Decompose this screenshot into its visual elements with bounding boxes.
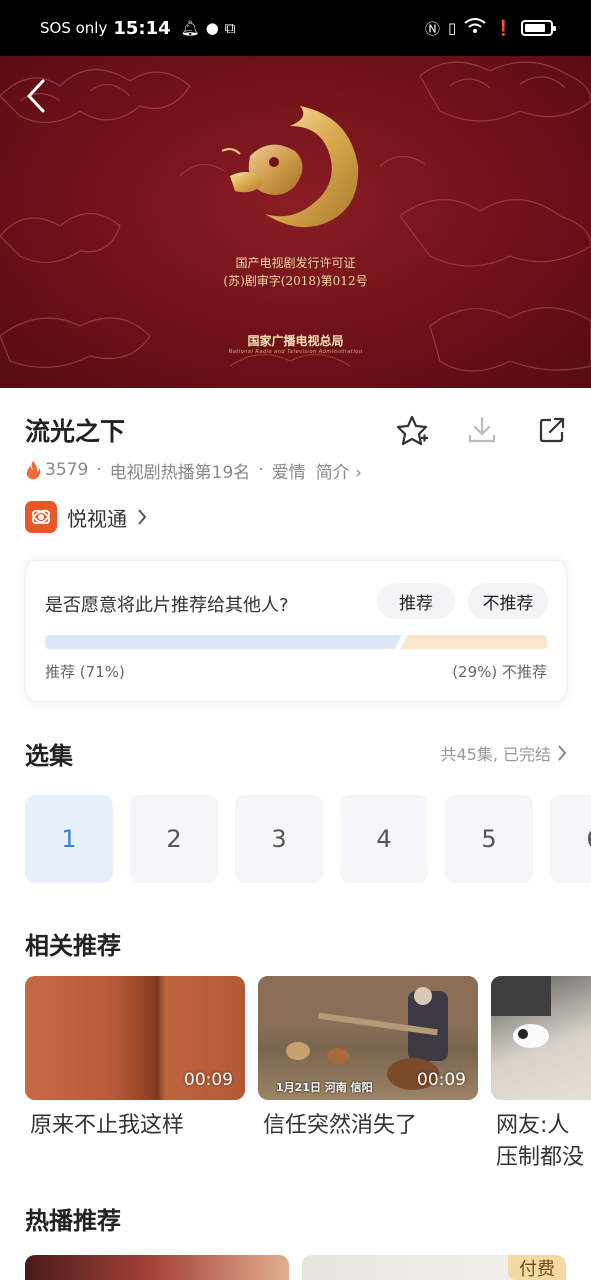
agency-name-en: National Radio and Television Administra… — [228, 349, 363, 355]
recommend-yes-caption: 推荐 (71%) — [45, 663, 125, 681]
license-line-1: 国产电视剧发行许可证 — [235, 256, 356, 270]
chevron-right-icon — [138, 509, 147, 525]
back-button[interactable] — [18, 76, 54, 116]
separator-dot: · — [96, 460, 102, 480]
clock: 15:14 — [113, 17, 171, 39]
episode-button[interactable]: 3 — [235, 795, 323, 883]
bell-icon: 🔔︎ — [180, 19, 200, 37]
animal-scene — [491, 976, 551, 1048]
link-icon: ⧉ — [224, 19, 236, 37]
recommend-yes-fill — [45, 635, 401, 649]
video-poster[interactable]: 国产电视剧发行许可证 (苏)剧审字(2018)第012号 国家广播电视总局 Na… — [0, 56, 591, 388]
download-icon — [468, 416, 496, 443]
video-duration: 00:09 — [184, 1070, 233, 1090]
provider-link[interactable]: 悦视通 — [25, 500, 147, 534]
related-thumbnail: 1月21日 河南 信阳 00:09 — [258, 976, 478, 1100]
download-button[interactable] — [464, 412, 500, 448]
separator-dot: · — [258, 460, 264, 480]
chevron-left-icon — [27, 79, 45, 113]
recommend-yes-button[interactable]: 推荐 — [377, 583, 455, 619]
hot-title: 热播推荐 — [25, 1207, 121, 1235]
show-title: 流光之下 — [25, 417, 126, 446]
meta-row: 3579 · 电视剧热播第19名 · 爱情 简介 › — [25, 458, 362, 483]
wifi-icon — [464, 18, 486, 38]
related-list: 00:09 原来不止我这样 1月21日 河南 信阳 00:09 信任突然消失了 — [25, 976, 591, 1176]
hot-item[interactable]: 付费 — [302, 1255, 566, 1280]
episodes-title: 选集 — [25, 742, 73, 770]
fire-icon — [26, 461, 41, 480]
related-thumbnail — [491, 976, 591, 1100]
share-button[interactable] — [534, 412, 570, 448]
star-add-icon — [396, 415, 428, 446]
flying-apsara-emblem — [221, 106, 359, 228]
provider-logo-icon — [31, 509, 51, 525]
related-title: 相关推荐 — [25, 932, 121, 960]
related-title-text: 信任突然消失了 — [263, 1113, 418, 1138]
related-title-text: 网友:人 压制都没 — [496, 1113, 585, 1170]
episode-button[interactable]: 5 — [445, 795, 533, 883]
related-thumbnail: 00:09 — [25, 976, 245, 1100]
genre-label: 爱情 — [271, 462, 306, 483]
episodes-summary: 共45集, 已完结 — [440, 745, 551, 764]
related-item[interactable]: 网友:人 压制都没 — [491, 976, 591, 1174]
share-icon — [539, 417, 565, 443]
recommend-no-caption: (29%) 不推荐 — [452, 663, 547, 681]
episode-list: 123456 — [25, 795, 591, 883]
recommend-no-fill — [401, 635, 547, 649]
battery-fill — [525, 24, 545, 32]
title-row: 流光之下 — [25, 410, 570, 450]
battery-icon — [521, 20, 556, 36]
chevron-right-icon — [558, 745, 567, 761]
app-notification-icon: ● — [205, 19, 219, 37]
provider-name: 悦视通 — [67, 506, 127, 531]
recommend-no-button[interactable]: 不推荐 — [468, 583, 548, 619]
provider-logo — [25, 501, 57, 533]
recommend-ratio-bar — [45, 635, 547, 649]
status-right: Ⓝ ▯ ❗ — [425, 18, 556, 39]
status-bar: SOS only 15:14 🔔︎ ● ⧉ Ⓝ ▯ ❗ — [0, 0, 591, 56]
nfc-icon: Ⓝ — [425, 19, 441, 38]
alert-icon: ❗ — [494, 19, 513, 37]
vibrate-icon: ▯ — [448, 19, 457, 37]
notification-icons: 🔔︎ ● ⧉ — [181, 19, 236, 37]
episode-button[interactable]: 4 — [340, 795, 428, 883]
related-item[interactable]: 1月21日 河南 信阳 00:09 信任突然消失了 — [258, 976, 478, 1142]
related-item[interactable]: 00:09 原来不止我这样 — [25, 976, 245, 1142]
heat-count: 3579 — [45, 460, 89, 480]
agency-name: 国家广播电视总局 — [247, 334, 344, 348]
status-left: SOS only 15:14 🔔︎ ● ⧉ — [40, 18, 236, 39]
recommend-labels: 推荐 (71%) (29%) 不推荐 — [45, 661, 547, 682]
hot-item[interactable] — [25, 1255, 289, 1280]
video-duration: 00:09 — [417, 1070, 466, 1090]
episode-button[interactable]: 6 — [550, 795, 591, 883]
related-title-text: 原来不止我这样 — [30, 1113, 185, 1138]
license-line-2: (苏)剧审字(2018)第012号 — [223, 274, 368, 288]
intro-label: 简介 — [315, 462, 350, 483]
intro-link[interactable]: 简介 › — [316, 458, 362, 483]
hot-list: 付费 — [25, 1255, 591, 1280]
paid-badge: 付费 — [508, 1255, 566, 1280]
recommend-question: 是否愿意将此片推荐给其他人? — [45, 595, 289, 616]
episodes-summary-link[interactable]: 共45集, 已完结 — [440, 741, 567, 765]
recommend-card: 是否愿意将此片推荐给其他人? 推荐 不推荐 推荐 (71%) (29%) 不推荐 — [25, 560, 567, 702]
carrier-label: SOS only — [40, 19, 108, 37]
rank-label: 电视剧热播第19名 — [109, 462, 251, 483]
chevron-right-icon: › — [355, 462, 362, 483]
video-caption: 1月21日 河南 信阳 — [276, 1081, 373, 1094]
favorite-button[interactable] — [394, 412, 430, 448]
action-icons — [394, 412, 570, 448]
episode-button[interactable]: 1 — [25, 795, 113, 883]
episode-button[interactable]: 2 — [130, 795, 218, 883]
